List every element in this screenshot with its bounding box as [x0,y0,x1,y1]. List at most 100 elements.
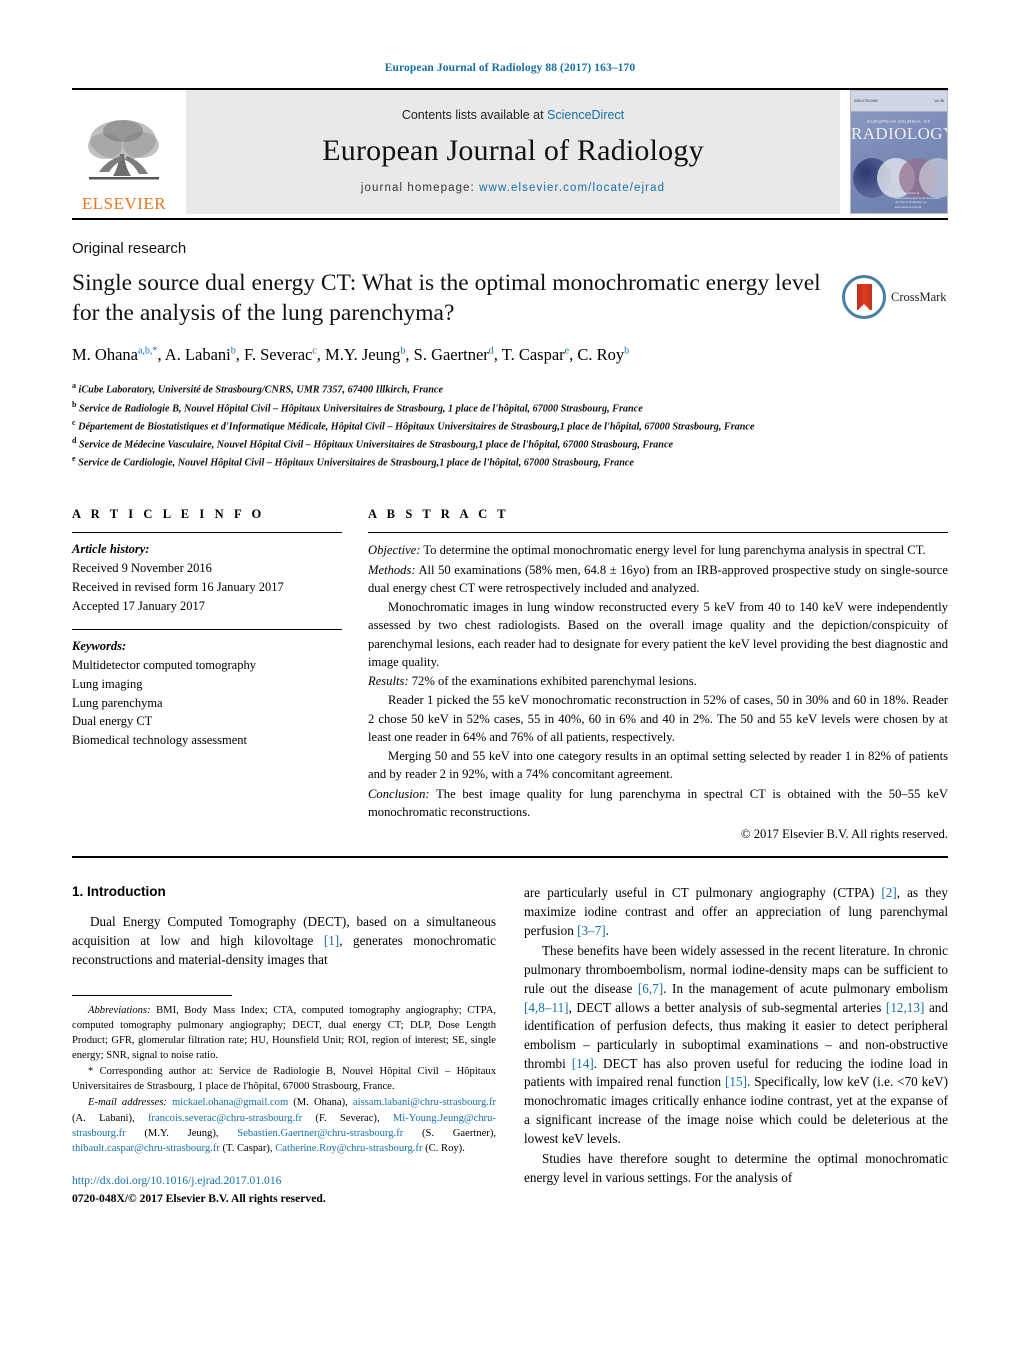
keyword-item[interactable]: Lung parenchyma [72,694,342,713]
citation-ref-2[interactable]: [2] [881,885,896,900]
elsevier-logo: ELSEVIER [72,90,176,214]
email-link[interactable]: mickael.ohana@gmail.com [172,1097,288,1108]
masthead-bottom-rule [72,218,948,220]
keyword-item[interactable]: Dual energy CT [72,712,342,731]
masthead-center: Contents lists available at ScienceDirec… [186,90,840,214]
keyword-item[interactable]: Multidetector computed tomography [72,656,342,675]
right-p2-b: . In the management of acute pulmonary e… [663,980,948,996]
email-addresses-note: E-mail addresses: mickael.ohana@gmail.co… [72,1095,496,1155]
citation-ref-3-7[interactable]: [3–7] [577,923,606,938]
intro-paragraph-right-2: These benefits have been widely assessed… [524,942,948,1148]
abstract-results-text: 72% of the examinations exhibited parenc… [408,674,697,689]
abstract-conclusion-label: Conclusion: [368,786,430,801]
abstract-results-p3: Merging 50 and 55 keV into one category … [368,749,948,782]
homepage-url-link[interactable]: www.elsevier.com/locate/ejrad [479,182,665,194]
email-link[interactable]: Catherine.Roy@chru-strasbourg.fr [275,1143,422,1154]
body-left-column: 1. Introduction Dual Energy Computed Tom… [72,884,496,1207]
abstract-objective-text: To determine the optimal monochromatic e… [420,543,926,558]
abstract-copyright: © 2017 Elsevier B.V. All rights reserved… [741,827,948,842]
cover-top-bar: ISSN 0720-048X Vol. 88 [851,91,947,112]
author-affil-mark: c [312,345,317,357]
elsevier-tree-icon [88,120,159,180]
abstract-conclusion-text: The best image quality for lung parenchy… [368,786,948,819]
abbreviations-note: Abbreviations: BMI, Body Mass Index; CTA… [72,1003,496,1063]
keywords-group: Keywords: Multidetector computed tomogra… [72,637,342,750]
citation-ref-14[interactable]: [14] [572,1056,594,1071]
author-name[interactable]: C. Roy [577,345,624,364]
contents-line: Contents lists available at ScienceDirec… [402,108,624,122]
author-name[interactable]: F. Severac [244,345,312,364]
article-info-column: A R T I C L E I N F O Article history: R… [72,493,368,842]
abstract-methods-label: Methods: [368,562,416,577]
abstract-results: Results: 72% of the examinations exhibit… [368,672,948,690]
page-title: Single source dual energy CT: What is th… [72,270,821,326]
abstract-column: A B S T R A C T Objective: To determine … [368,493,948,842]
issn-copyright-line: 0720-048X/© 2017 Elsevier B.V. All right… [72,1192,326,1205]
body-right-column: are particularly useful in CT pulmonary … [524,884,948,1207]
author-affil-mark: b [230,345,236,357]
affiliation-list: a iCube Laboratory, Université de Strasb… [72,380,948,471]
keywords-label: Keywords: [72,639,127,654]
doi-link[interactable]: http://dx.doi.org/10.1016/j.ejrad.2017.0… [72,1172,496,1189]
author-affil-mark: e [564,345,570,357]
author-affil-mark: a,b,* [137,345,158,357]
email-addresses-label: E-mail addresses: [88,1097,167,1109]
article-history-label: Article history: [72,542,150,557]
author-affil-mark: d [488,345,494,357]
abstract-objective: Objective: To determine the optimal mono… [368,541,948,559]
keyword-item[interactable]: Lung imaging [72,675,342,694]
doi-block: http://dx.doi.org/10.1016/j.ejrad.2017.0… [72,1172,496,1208]
corresponding-author-note: * Corresponding author at: Service de Ra… [72,1066,496,1093]
introduction-heading: 1. Introduction [72,884,166,900]
citation-ref-15[interactable]: [15] [725,1074,747,1089]
abstract-bottom-rule [72,856,948,859]
contents-prefix: Contents lists available at [401,108,548,122]
footnote-rule [72,995,232,997]
author-name[interactable]: A. Labani [165,345,231,364]
sciencedirect-link[interactable]: ScienceDirect [547,108,624,122]
affiliation-item: a iCube Laboratory, Université de Strasb… [72,381,443,396]
affiliation-item: e Service de Cardiologie, Nouvel Hôpital… [72,454,634,469]
cover-title: RADIOLOGY [851,124,948,143]
elsevier-wordmark: ELSEVIER [81,194,167,213]
author-name[interactable]: M. Ohana [72,345,138,364]
info-abstract-section: A R T I C L E I N F O Article history: R… [72,493,948,842]
citation-ref-6-7[interactable]: [6,7] [638,981,663,996]
keyword-item[interactable]: Biomedical technology assessment [72,731,342,750]
email-link[interactable]: aissam.labani@chru-strasbourg.fr [353,1097,496,1108]
citation-ref-1[interactable]: [1] [324,933,339,948]
email-link[interactable]: thibault.caspar@chru-strasbourg.fr [72,1143,220,1154]
citation-ref-12-13[interactable]: [12,13] [886,1000,924,1015]
affiliation-mark: d [72,436,77,445]
affiliation-item: b Service de Radiologie B, Nouvel Hôpita… [72,399,643,415]
title-row: Single source dual energy CT: What is th… [72,269,948,378]
crossmark-icon [842,275,886,319]
intro-paragraph-right-1: are particularly useful in CT pulmonary … [524,884,948,940]
cover-footer-text: Available online at www.sciencedirect.co… [895,191,941,209]
abstract-methods: Methods: All 50 examinations (58% men, 6… [368,561,948,598]
homepage-prefix: journal homepage: [360,182,480,194]
email-link[interactable]: Sebastien.Gaertner@chru-strasbourg.fr [237,1128,403,1139]
intro-paragraph-left: Dual Energy Computed Tomography (DECT), … [72,913,496,969]
crossmark-badge[interactable]: CrossMark [842,269,948,319]
article-history-group: Article history: Received 9 November 201… [72,540,342,615]
body-columns: 1. Introduction Dual Energy Computed Tom… [72,884,948,1207]
email-link[interactable]: francois.severac@chru-strasbourg.fr [148,1113,302,1124]
citation-ref-4-8-11[interactable]: [4,8–11] [524,1000,569,1015]
running-head: European Journal of Radiology 88 (2017) … [384,62,636,74]
article-info-rule [72,532,342,534]
author-list: M. Ohanaa,b,*, A. Labanib, F. Severacc, … [72,345,630,365]
right-p1-a: are particularly useful in CT pulmonary … [524,885,882,901]
title-block: Single source dual energy CT: What is th… [72,269,842,378]
author-name[interactable]: M.Y. Jeung [325,345,400,364]
author-affil-mark: b [400,345,406,357]
journal-cover-image: ISSN 0720-048X Vol. 88 EUROPEAN JOURNAL … [850,90,948,214]
abstract-methods-p2: Monochromatic images in lung window reco… [368,600,948,669]
author-name[interactable]: T. Caspar [502,345,565,364]
author-name[interactable]: S. Gaertner [414,345,489,364]
abstract-methods-text: All 50 examinations (58% men, 64.8 ± 16y… [368,562,948,595]
abstract-results-p2: Reader 1 picked the 55 keV monochromatic… [368,693,948,744]
affiliation-item: c Département de Biostatistiques et d'In… [72,417,755,433]
author-affil-mark: b [624,345,630,357]
journal-title: European Journal of Radiology [322,134,704,167]
